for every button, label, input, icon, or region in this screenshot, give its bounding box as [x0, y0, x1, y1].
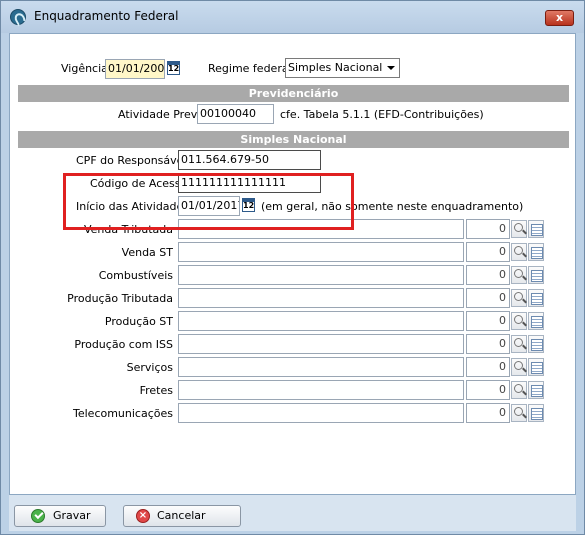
previdenciario-header: Previdenciário [18, 85, 569, 102]
row-value-input[interactable] [178, 334, 464, 354]
row-value-input[interactable] [178, 403, 464, 423]
row-count-input[interactable]: 0 [466, 380, 510, 400]
title-bar[interactable]: Enquadramento Federal x [1, 1, 584, 33]
row-label: Serviços [126, 361, 173, 374]
row-count-input[interactable]: 0 [466, 265, 510, 285]
list-icon[interactable] [528, 312, 544, 330]
search-icon[interactable] [511, 312, 527, 330]
row-label: Combustíveis [98, 269, 173, 282]
app-icon [10, 9, 26, 25]
search-icon[interactable] [511, 289, 527, 307]
list-icon[interactable] [528, 220, 544, 238]
search-icon[interactable] [511, 335, 527, 353]
codigo-label: Código de Acesso [90, 177, 188, 190]
cancel-button[interactable]: × Cancelar [123, 505, 241, 527]
check-icon [31, 509, 45, 523]
row-count-input[interactable]: 0 [466, 357, 510, 377]
vigencia-calendar-icon[interactable]: 12 [167, 61, 180, 75]
row-label: Produção Tributada [67, 292, 173, 305]
row-value-input[interactable] [178, 242, 464, 262]
row-count-input[interactable]: 0 [466, 334, 510, 354]
calendar-glyph: 12 [243, 201, 255, 210]
list-icon[interactable] [528, 358, 544, 376]
vigencia-input[interactable]: 01/01/2007 [105, 59, 165, 79]
regime-label: Regime federal [208, 62, 292, 75]
search-icon[interactable] [511, 358, 527, 376]
list-icon[interactable] [528, 289, 544, 307]
save-button[interactable]: Gravar [14, 505, 106, 527]
atividade-input[interactable]: 00100040 [197, 104, 274, 124]
row-count-input[interactable]: 0 [466, 403, 510, 423]
row-label: Produção com ISS [74, 338, 173, 351]
dialog-window: Enquadramento Federal x Vigência 01/01/2… [0, 0, 585, 535]
vigencia-label: Vigência [61, 62, 108, 75]
list-icon[interactable] [528, 381, 544, 399]
row-value-input[interactable] [178, 265, 464, 285]
codigo-input[interactable]: 111111111111111 [178, 173, 321, 193]
row-count-input[interactable]: 0 [466, 219, 510, 239]
search-icon[interactable] [511, 404, 527, 422]
search-icon[interactable] [511, 220, 527, 238]
cancel-button-label: Cancelar [157, 509, 206, 522]
list-icon[interactable] [528, 266, 544, 284]
list-icon[interactable] [528, 404, 544, 422]
simples-header: Simples Nacional [18, 131, 569, 148]
list-icon[interactable] [528, 335, 544, 353]
search-icon[interactable] [511, 266, 527, 284]
calendar-glyph: 12 [168, 64, 180, 73]
window-title: Enquadramento Federal [34, 9, 179, 23]
row-value-input[interactable] [178, 288, 464, 308]
inicio-calendar-icon[interactable]: 12 [242, 198, 255, 212]
row-label: Produção ST [104, 315, 173, 328]
row-value-input[interactable] [178, 357, 464, 377]
inicio-input[interactable]: 01/01/2017 [178, 196, 240, 216]
search-icon[interactable] [511, 381, 527, 399]
close-button[interactable]: x [545, 10, 574, 26]
cpf-input[interactable]: 011.564.679-50 [178, 150, 321, 170]
form-panel: Vigência 01/01/2007 12 Regime federal Si… [9, 33, 576, 495]
atividade-note: cfe. Tabela 5.1.1 (EFD-Contribuições) [280, 108, 484, 121]
row-value-input[interactable] [178, 311, 464, 331]
chevron-down-icon [387, 66, 395, 70]
regime-select[interactable]: Simples Nacional [285, 58, 400, 78]
atividade-label: Atividade Prev. [118, 108, 200, 121]
save-button-label: Gravar [53, 509, 91, 522]
row-count-input[interactable]: 0 [466, 242, 510, 262]
inicio-note: (em geral, não somente neste enquadramen… [261, 200, 524, 213]
row-count-input[interactable]: 0 [466, 311, 510, 331]
inicio-label: Início das Atividades [76, 200, 190, 213]
cpf-label: CPF do Responsável [76, 154, 187, 167]
regime-selected-value: Simples Nacional [288, 61, 383, 74]
search-icon[interactable] [511, 243, 527, 261]
row-label: Telecomunicações [73, 407, 173, 420]
row-label: Venda ST [121, 246, 173, 259]
row-value-input[interactable] [178, 380, 464, 400]
cancel-icon: × [136, 509, 150, 523]
dialog-footer: Gravar × Cancelar [9, 495, 576, 531]
list-icon[interactable] [528, 243, 544, 261]
row-count-input[interactable]: 0 [466, 288, 510, 308]
row-value-input[interactable] [178, 219, 464, 239]
row-label: Fretes [139, 384, 173, 397]
row-label: Venda Tributada [83, 223, 173, 236]
